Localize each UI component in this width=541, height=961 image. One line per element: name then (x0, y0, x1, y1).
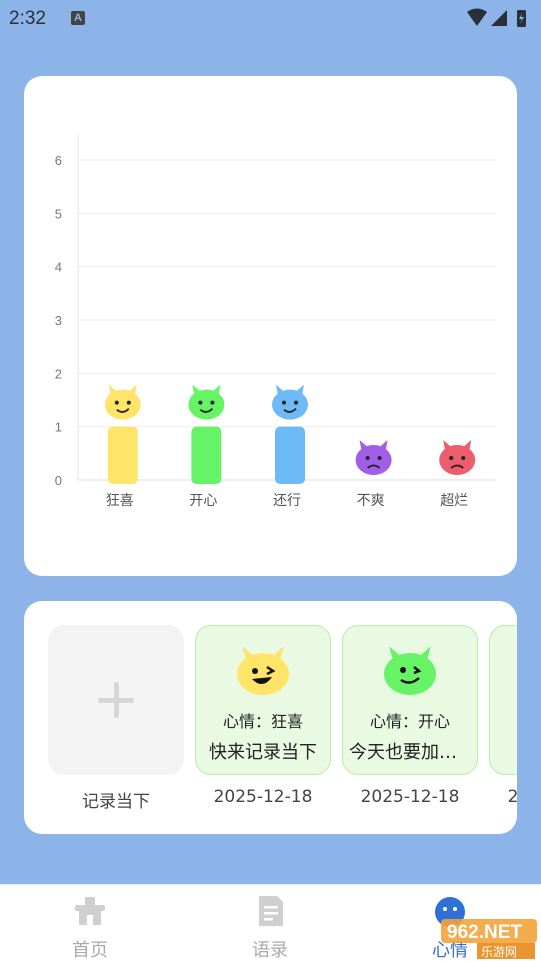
bottom-nav: 首页 语录 心情 962.NET 乐游网 (0, 884, 541, 961)
mood-record-card[interactable]: 心情：狂喜 2025-12-18 (489, 625, 517, 807)
record-date: 2025-12-18 (507, 787, 517, 807)
mood-face-marker (355, 445, 392, 475)
add-record-label: 记录当下 (82, 792, 150, 812)
nav-quotes[interactable]: 语录 (220, 895, 320, 961)
y-tick-label: 1 (55, 420, 62, 435)
face-eye (126, 400, 131, 405)
watermark-logo: 962.NET 乐游网 (441, 919, 537, 959)
document-icon (259, 896, 283, 926)
y-tick-label: 5 (55, 206, 62, 221)
face-eye (282, 400, 286, 405)
face-eye (449, 456, 454, 460)
y-tick-label: 2 (55, 366, 62, 381)
mood-record-card[interactable]: 心情：开心 今天也要加油呀 2025-12-18 (342, 625, 478, 807)
svg-text:乐游网: 乐游网 (481, 945, 517, 959)
wifi-icon (467, 8, 487, 26)
bar (107, 426, 138, 484)
x-tick-label: 开心 (189, 493, 217, 509)
record-mood: 心情：狂喜 (490, 708, 518, 732)
record-date: 2025-12-18 (360, 787, 460, 807)
nav-home[interactable]: 首页 (40, 895, 140, 961)
mood-record-card[interactable]: 心情：狂喜 快来记录当下 2025-12-18 (195, 625, 331, 807)
status-icons (467, 8, 526, 27)
face-eye (461, 456, 466, 460)
record-note: 今天也要加油呀 (349, 742, 475, 763)
nav-home-label: 首页 (72, 940, 108, 961)
add-record-item[interactable]: 记录当下 (48, 625, 184, 812)
x-tick-label: 还行 (273, 493, 301, 509)
add-record-button[interactable] (48, 625, 184, 775)
home-icon (75, 897, 105, 925)
signal-icon (491, 10, 507, 26)
face-eye (198, 400, 203, 405)
record-note: 快来记录当下 (209, 742, 317, 763)
status-bar: 2:32 A (0, 0, 541, 36)
face-eye (210, 400, 215, 405)
record-date: 2025-12-18 (213, 787, 313, 807)
y-tick-label: 0 (55, 473, 62, 488)
face-eye (365, 456, 370, 460)
x-tick-label: 不爽 (357, 493, 385, 509)
record-mood: 心情：开心 (369, 712, 450, 731)
ecstatic-face-icon (237, 646, 289, 695)
x-tick-label: 狂喜 (106, 493, 134, 509)
x-tick-label: 超烂 (440, 493, 468, 509)
happy-face-icon (384, 646, 436, 695)
bar (275, 426, 305, 484)
mood-face-marker (188, 389, 225, 420)
mood-face-marker (439, 445, 476, 475)
mood-chart-card: 0 1 2 3 4 5 6 狂喜 开心 还行 不爽 超烂 (24, 76, 517, 576)
y-tick-label: 4 (55, 260, 62, 275)
face-eye (114, 400, 119, 405)
face-eye (377, 456, 382, 460)
mood-face-marker (272, 389, 308, 420)
y-tick-label: 3 (55, 313, 62, 328)
nav-quotes-label: 语录 (252, 940, 288, 961)
face-eye (294, 400, 298, 405)
record-mood: 心情：狂喜 (222, 712, 303, 731)
notification-icon: A (71, 11, 85, 25)
status-time: 2:32 (9, 8, 46, 29)
y-tick-label: 6 (55, 153, 62, 168)
bar (191, 426, 222, 484)
mood-face-marker (104, 389, 141, 420)
mood-bar-chart: 0 1 2 3 4 5 6 狂喜 开心 还行 不爽 超烂 (55, 134, 496, 509)
svg-text:962.NET: 962.NET (447, 922, 522, 943)
mood-records-card: 记录当下 心情：狂喜 快来记录当下 2025-12-18 心情：开心 今天也要加… (24, 601, 517, 834)
